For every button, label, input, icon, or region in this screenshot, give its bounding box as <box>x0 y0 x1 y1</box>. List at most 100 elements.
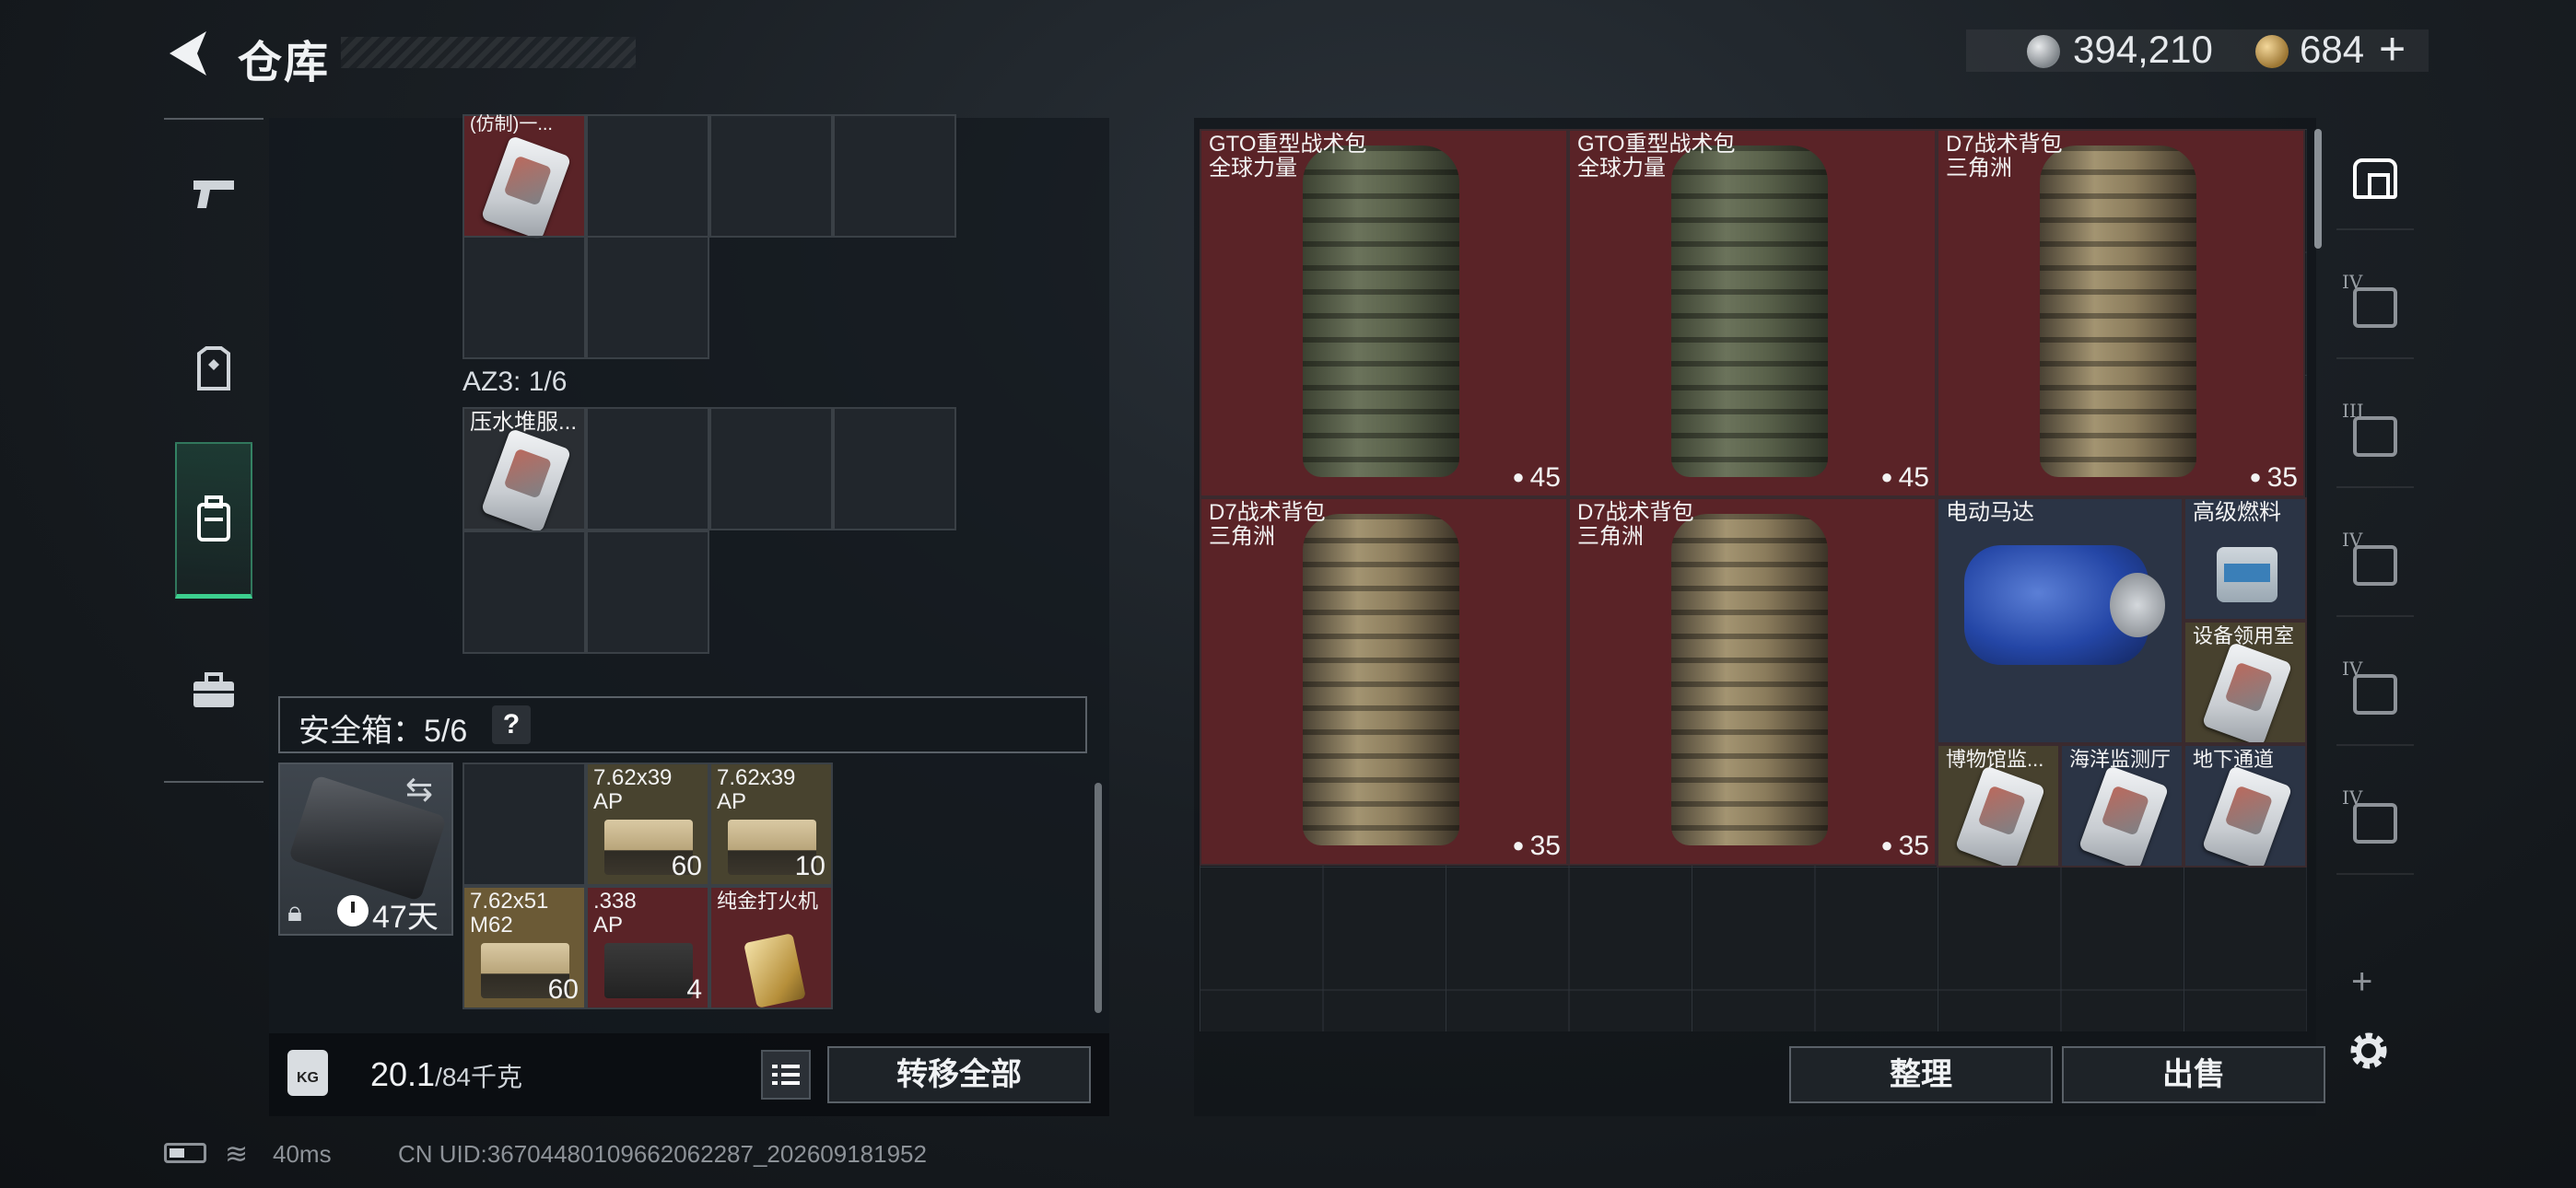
gold-amount: 684 <box>2300 28 2365 71</box>
storage-tab[interactable]: IV <box>2336 645 2414 746</box>
storage-tab-main[interactable] <box>2336 129 2414 230</box>
backpack-image <box>1303 514 1459 845</box>
storage-item[interactable]: 博物馆监... <box>1937 744 2060 868</box>
list-icon <box>772 1065 800 1085</box>
item-label: 设备领用室 <box>2193 624 2295 647</box>
item-count: 60 <box>547 974 579 1005</box>
empty-slot[interactable] <box>586 236 709 359</box>
ammo-box-image <box>604 943 693 998</box>
nav-backpack[interactable] <box>175 442 252 599</box>
storage-item[interactable]: 高级燃料 <box>2184 497 2307 621</box>
item-count: 45 <box>1512 462 1561 494</box>
loadout-scrollbar[interactable] <box>1095 783 1102 1013</box>
back-icon[interactable] <box>164 28 210 79</box>
silver-amount: 394,210 <box>2073 28 2213 71</box>
empty-slot[interactable] <box>463 530 586 654</box>
empty-slot[interactable] <box>709 114 833 238</box>
keycard-image <box>1954 764 2046 866</box>
storage-item[interactable]: 电动马达 <box>1937 497 2184 744</box>
battery-icon <box>164 1143 206 1163</box>
silver-coin-icon <box>2027 35 2060 68</box>
item-label: .338 AP <box>593 889 637 938</box>
safebox-item[interactable]: .338 AP 4 <box>586 886 709 1009</box>
weight-icon: KG <box>287 1050 328 1096</box>
item-label: 7.62x39 AP <box>717 765 796 814</box>
empty-slot[interactable] <box>833 407 956 530</box>
item-count: 4 <box>686 974 702 1005</box>
weight-max: /84千克 <box>435 1063 523 1091</box>
safebox-item[interactable]: 7.62x51 M62 60 <box>463 886 586 1009</box>
safebox-item[interactable]: 7.62x39 AP 10 <box>709 763 833 886</box>
wifi-icon: ≋ <box>225 1139 249 1170</box>
item-label: D7战术背包 三角洲 <box>1577 500 1694 549</box>
storage-tabs: IV III IV IV IV <box>2336 129 2414 1050</box>
safebox-item[interactable]: 7.62x39 AP 60 <box>586 763 709 886</box>
storage-item[interactable]: GTO重型战术包 全球力量 45 <box>1200 129 1568 497</box>
empty-slot[interactable] <box>463 763 586 886</box>
help-button[interactable]: ? <box>492 705 531 744</box>
storage-case-icon <box>2353 545 2397 586</box>
nav-tools[interactable] <box>164 645 263 737</box>
keycard-image <box>480 134 572 241</box>
storage-item[interactable]: GTO重型战术包 全球力量 45 <box>1568 129 1937 497</box>
weight-readout: 20.1/84千克 <box>370 1055 522 1094</box>
empty-slot[interactable] <box>833 114 956 238</box>
backpack-image <box>1303 146 1459 477</box>
item-label: 地下通道 <box>2193 748 2275 771</box>
storage-item[interactable]: 设备领用室 <box>2184 621 2307 744</box>
swap-icon[interactable]: ⇆ <box>405 770 433 809</box>
backpack-image <box>1671 514 1828 845</box>
armor-vest-icon <box>197 346 230 390</box>
list-view-button[interactable] <box>761 1050 811 1100</box>
user-uid: CN UID:3670448010966206228​7_20260918195… <box>398 1140 927 1168</box>
item-label: 7.62x51 M62 <box>470 889 549 938</box>
container-item[interactable]: (仿制)一... <box>463 114 586 241</box>
item-count: 10 <box>794 851 825 881</box>
empty-slot[interactable] <box>586 114 709 238</box>
empty-slot[interactable] <box>586 407 709 530</box>
storage-scrollbar[interactable] <box>2314 129 2322 249</box>
add-storage-tab-button[interactable]: + <box>2351 961 2372 1003</box>
empty-slot[interactable] <box>586 530 709 654</box>
item-label: 压水堆服... <box>470 410 578 435</box>
nav-weapons[interactable] <box>164 147 263 239</box>
ping-readout: 40ms <box>273 1140 332 1168</box>
safebox-label: 安全箱：5/6 <box>299 714 468 749</box>
item-label: (仿制)一... <box>470 114 553 134</box>
safebox-days-left: 47天 <box>372 900 439 935</box>
item-count: 35 <box>1880 831 1929 862</box>
item-count: 60 <box>671 851 702 881</box>
safebox-item[interactable]: 纯金打火机 <box>709 886 833 1009</box>
transfer-all-button[interactable]: 转移全部 <box>827 1046 1091 1103</box>
item-label: 博物馆监... <box>1946 748 2044 771</box>
nav-armor[interactable] <box>164 322 263 414</box>
gear-icon[interactable] <box>2344 1026 2394 1076</box>
empty-slot[interactable] <box>463 236 586 359</box>
storage-tab[interactable]: IV <box>2336 258 2414 359</box>
sell-button[interactable]: 出售 <box>2062 1046 2325 1103</box>
empty-slot[interactable] <box>709 407 833 530</box>
storage-item[interactable]: 地下通道 <box>2184 744 2307 868</box>
lighter-image <box>744 933 806 1008</box>
page-title: 仓库 <box>238 39 331 87</box>
sort-button[interactable]: 整理 <box>1789 1046 2053 1103</box>
container-item[interactable]: 压水堆服... <box>463 407 586 534</box>
storage-item[interactable]: D7战术背包 三角洲 35 <box>1937 129 2305 497</box>
title-decoration <box>341 37 636 68</box>
backpack-image <box>2040 146 2196 477</box>
storage-tab[interactable]: IV <box>2336 774 2414 875</box>
motor-image <box>1964 545 2165 665</box>
storage-item[interactable]: 海洋监测厅 <box>2060 744 2184 868</box>
keycard-image <box>2201 764 2293 866</box>
item-label: 纯金打火机 <box>717 890 819 913</box>
storage-item[interactable]: D7战术背包 三角洲 35 <box>1200 497 1568 866</box>
storage-item[interactable]: D7战术背包 三角洲 35 <box>1568 497 1937 866</box>
toolbox-icon <box>193 672 234 707</box>
add-currency-button[interactable]: + <box>2379 22 2406 76</box>
keycard-image <box>480 427 572 534</box>
fuel-can-image <box>2217 547 2277 602</box>
storage-tab[interactable]: IV <box>2336 516 2414 617</box>
storage-tab[interactable]: III <box>2336 387 2414 488</box>
gold-coin-icon <box>2255 35 2289 68</box>
pistol-icon <box>193 181 234 208</box>
